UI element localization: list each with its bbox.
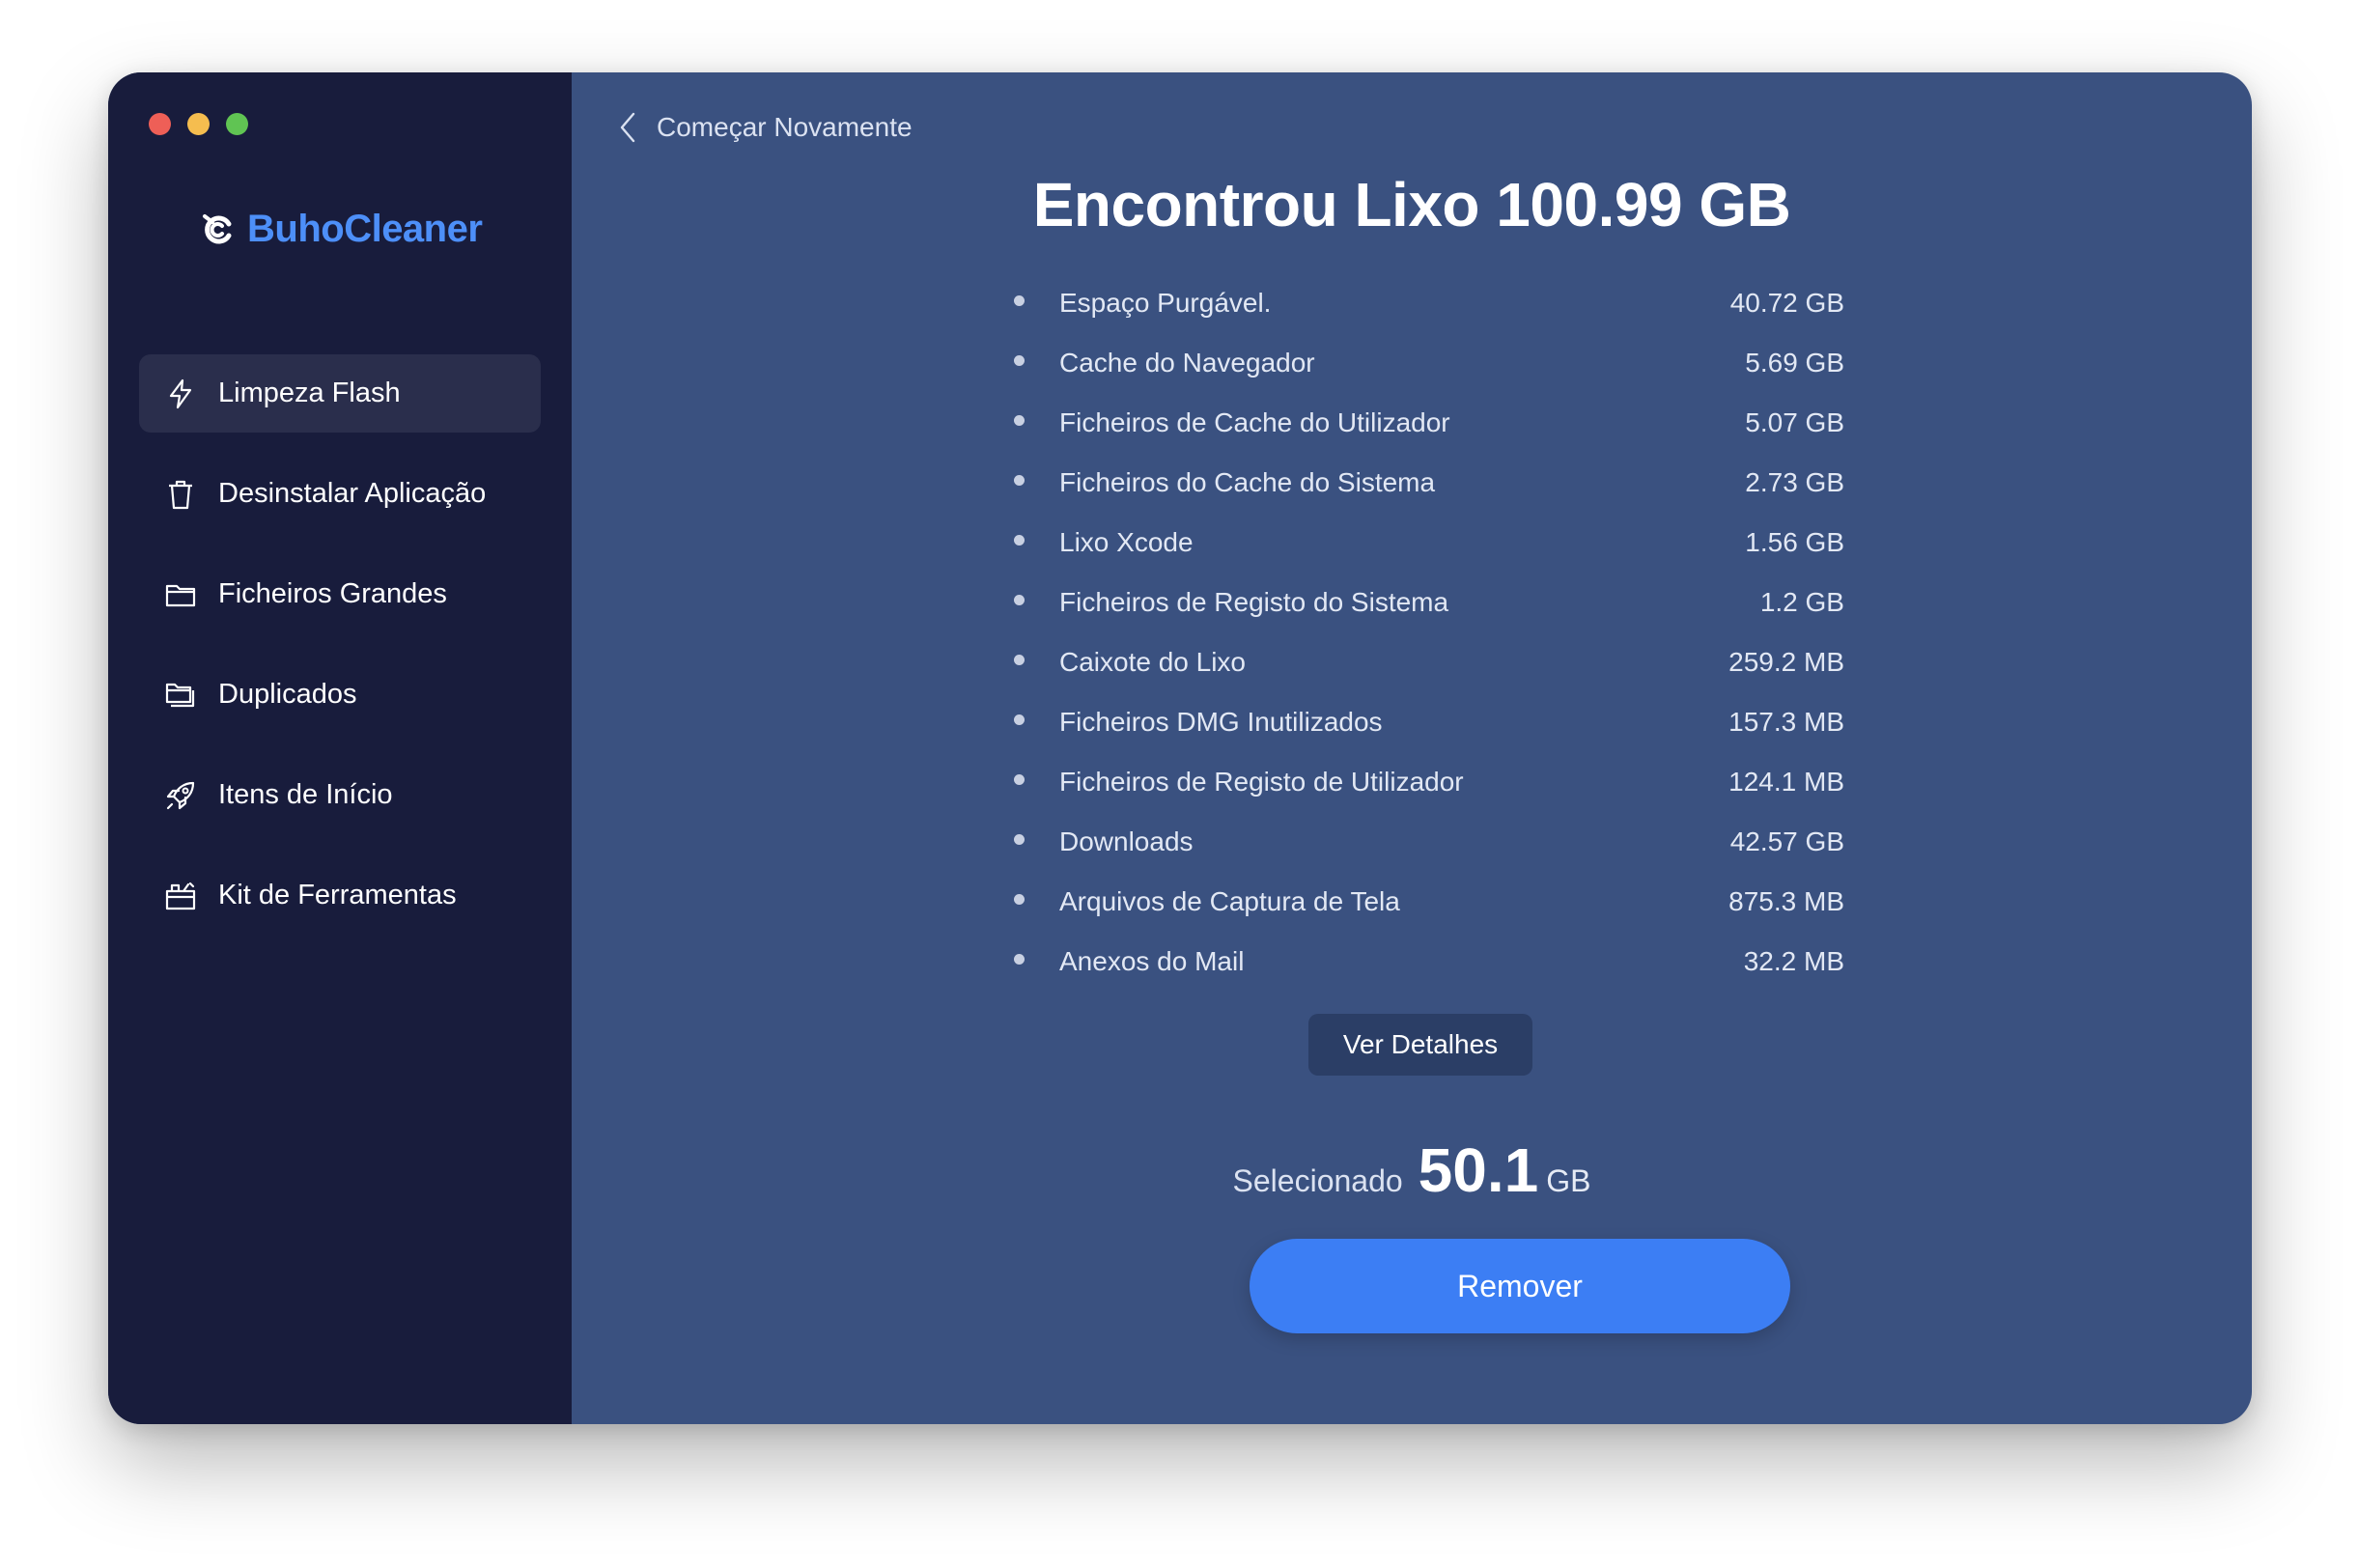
bullet bbox=[1014, 594, 1025, 605]
bullet bbox=[1014, 714, 1025, 725]
list-item: Lixo Xcode 1.56 GB bbox=[1014, 513, 1844, 573]
sidebar-item-desinstalar-aplicacao[interactable]: Desinstalar Aplicação bbox=[139, 455, 541, 533]
selected-label: Selecionado bbox=[1232, 1163, 1403, 1198]
bullet bbox=[1014, 893, 1025, 905]
sidebar-item-label: Ficheiros Grandes bbox=[218, 578, 447, 609]
item-size: 124.1 MB bbox=[1728, 767, 1844, 797]
item-label: Lixo Xcode bbox=[1059, 527, 1194, 557]
bullet bbox=[1014, 833, 1025, 845]
list-item: Ficheiros de Registo do Sistema 1.2 GB bbox=[1014, 573, 1844, 632]
headline-amount: 100.99 bbox=[1496, 170, 1683, 239]
lightning-icon bbox=[164, 378, 197, 410]
item-size: 875.3 MB bbox=[1728, 886, 1844, 916]
bullet bbox=[1014, 354, 1025, 366]
bullet bbox=[1014, 773, 1025, 785]
list-item: Caixote do Lixo 259.2 MB bbox=[1014, 632, 1844, 692]
zoom-window-button[interactable] bbox=[226, 113, 248, 135]
brand: BuhoCleaner bbox=[201, 208, 483, 251]
sidebar-item-label: Duplicados bbox=[218, 679, 357, 710]
list-item: Downloads 42.57 GB bbox=[1014, 812, 1844, 872]
sidebar-item-label: Limpeza Flash bbox=[218, 378, 401, 408]
list-item: Ficheiros de Cache do Utilizador 5.07 GB bbox=[1014, 393, 1844, 453]
bullet bbox=[1014, 414, 1025, 426]
item-size: 157.3 MB bbox=[1728, 707, 1844, 737]
list-item: Anexos do Mail 32.2 MB bbox=[1014, 932, 1844, 992]
sidebar-item-label: Itens de Início bbox=[218, 779, 393, 810]
item-label: Ficheiros de Registo de Utilizador bbox=[1059, 767, 1464, 797]
item-label: Ficheiros DMG Inutilizados bbox=[1059, 707, 1383, 737]
rocket-icon bbox=[164, 779, 197, 812]
toolbox-icon bbox=[164, 880, 197, 912]
list-item: Cache do Navegador 5.69 GB bbox=[1014, 333, 1844, 393]
list-item: Ficheiros de Registo de Utilizador 124.1 … bbox=[1014, 752, 1844, 812]
item-size: 5.07 GB bbox=[1745, 407, 1844, 437]
minimize-window-button[interactable] bbox=[187, 113, 210, 135]
item-size: 40.72 GB bbox=[1729, 288, 1844, 318]
item-label: Ficheiros do Cache do Sistema bbox=[1059, 467, 1436, 497]
list-item: Arquivos de Captura de Tela 875.3 MB bbox=[1014, 872, 1844, 932]
duplicate-folder-icon bbox=[164, 679, 197, 712]
item-size: 2.73 GB bbox=[1745, 467, 1844, 497]
back-button[interactable]: Começar Novamente bbox=[618, 111, 913, 144]
list-item: Ficheiros do Cache do Sistema 2.73 GB bbox=[1014, 453, 1844, 513]
sidebar-nav: Limpeza Flash Desinstalar Aplicação Fich… bbox=[139, 354, 541, 957]
app-window: BuhoCleaner Limpeza Flash Desinstalar Ap… bbox=[108, 72, 2252, 1424]
item-label: Espaço Purgável. bbox=[1059, 288, 1272, 318]
item-size: 5.69 GB bbox=[1745, 348, 1844, 378]
item-label: Ficheiros de Cache do Utilizador bbox=[1059, 407, 1450, 437]
close-window-button[interactable] bbox=[149, 113, 171, 135]
list-item: Espaço Purgável. 40.72 GB bbox=[1014, 273, 1844, 333]
remove-button[interactable]: Remover bbox=[1250, 1239, 1790, 1333]
sidebar-item-itens-de-inicio[interactable]: Itens de Início bbox=[139, 756, 541, 834]
sidebar-item-limpeza-flash[interactable]: Limpeza Flash bbox=[139, 354, 541, 433]
item-label: Cache do Navegador bbox=[1059, 348, 1315, 378]
item-size: 32.2 MB bbox=[1743, 946, 1844, 976]
item-label: Downloads bbox=[1059, 826, 1194, 856]
sidebar-item-ficheiros-grandes[interactable]: Ficheiros Grandes bbox=[139, 555, 541, 633]
item-size: 1.56 GB bbox=[1745, 527, 1844, 557]
sidebar-item-duplicados[interactable]: Duplicados bbox=[139, 656, 541, 734]
item-label: Anexos do Mail bbox=[1059, 946, 1245, 976]
bullet bbox=[1014, 474, 1025, 486]
sidebar-item-kit-de-ferramentas[interactable]: Kit de Ferramentas bbox=[139, 856, 541, 935]
item-label: Ficheiros de Registo do Sistema bbox=[1059, 587, 1449, 617]
item-label: Caixote do Lixo bbox=[1059, 647, 1247, 677]
bullet bbox=[1014, 294, 1025, 306]
selected-summary: Selecionado 50.1 GB bbox=[572, 1134, 2252, 1206]
traffic-lights bbox=[149, 113, 248, 135]
selected-unit: GB bbox=[1546, 1163, 1591, 1198]
folder-icon bbox=[164, 578, 197, 611]
trash-icon bbox=[164, 478, 197, 511]
bullet bbox=[1014, 953, 1025, 965]
buho-logo-icon bbox=[203, 213, 232, 243]
view-details-button[interactable]: Ver Detalhes bbox=[1308, 1014, 1532, 1076]
page-title: Encontrou Lixo 100.99 GB bbox=[572, 169, 2252, 240]
brand-name: BuhoCleaner bbox=[247, 208, 483, 250]
item-size: 42.57 GB bbox=[1729, 826, 1844, 856]
bullet bbox=[1014, 534, 1025, 546]
item-size: 259.2 MB bbox=[1728, 647, 1844, 677]
back-label: Começar Novamente bbox=[657, 112, 913, 142]
item-size: 1.2 GB bbox=[1759, 587, 1844, 617]
item-label: Arquivos de Captura de Tela bbox=[1059, 886, 1400, 916]
sidebar-item-label: Desinstalar Aplicação bbox=[218, 478, 487, 509]
main-panel: Começar Novamente Encontrou Lixo 100.99 … bbox=[572, 72, 2252, 1424]
bullet bbox=[1014, 654, 1025, 665]
list-item: Ficheiros DMG Inutilizados 157.3 MB bbox=[1014, 692, 1844, 752]
sidebar: BuhoCleaner Limpeza Flash Desinstalar Ap… bbox=[108, 72, 572, 1424]
headline-prefix: Encontrou Lixo bbox=[1032, 170, 1480, 239]
sidebar-item-label: Kit de Ferramentas bbox=[218, 880, 457, 910]
chevron-left-icon bbox=[620, 112, 635, 143]
headline-unit: GB bbox=[1699, 170, 1791, 239]
junk-list: Espaço Purgável. 40.72 GB Cache do Navega… bbox=[1014, 273, 1844, 992]
selected-value: 50.1 bbox=[1418, 1135, 1539, 1205]
